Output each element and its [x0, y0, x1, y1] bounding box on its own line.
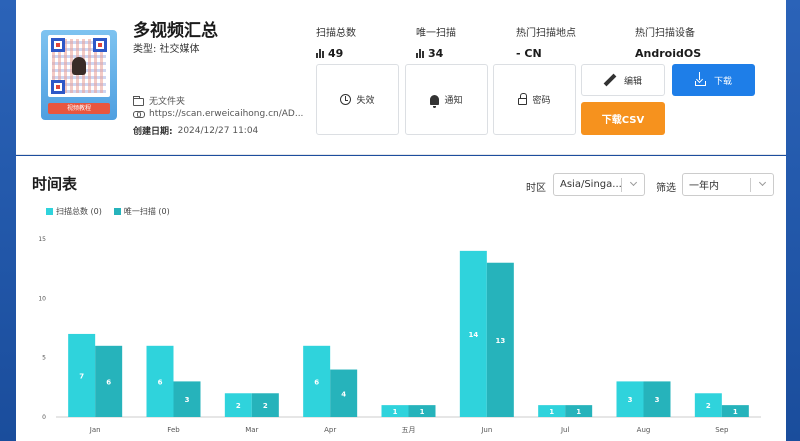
bar-value-label: 6 — [158, 378, 163, 386]
qr-title: 多视频汇总 — [133, 21, 218, 41]
y-tick-label: 0 — [42, 414, 46, 421]
folder-name: 无文件夹 — [149, 97, 186, 107]
edit-button[interactable]: 编辑 — [581, 64, 665, 96]
qr-finder-top-left — [51, 38, 65, 52]
x-tick-label: 五月 — [402, 426, 416, 434]
stat-location-label: 热门扫描地点 — [516, 28, 576, 39]
download-csv-label: 下载CSV — [601, 115, 645, 126]
qr-center-avatar — [72, 57, 86, 75]
pencil-icon — [604, 74, 616, 86]
bar-value-label: 1 — [576, 408, 581, 416]
notify-button[interactable]: 通知 — [405, 64, 488, 135]
y-tick-label: 5 — [42, 355, 46, 362]
notify-label: 通知 — [444, 96, 463, 106]
window-frame-right — [786, 0, 800, 441]
bar-value-label: 6 — [106, 378, 111, 386]
created-row: 创建日期: 2024/12/27 11:04 — [133, 124, 259, 138]
bar-value-label: 4 — [341, 390, 346, 398]
x-tick-label: Feb — [167, 426, 180, 434]
bar-value-label: 2 — [706, 402, 711, 410]
lock-icon — [518, 93, 528, 105]
stat-location-value: - CN — [516, 47, 542, 60]
x-tick-label: Aug — [637, 426, 651, 434]
qr-finder-top-right — [93, 38, 107, 52]
bar-value-label: 2 — [263, 402, 268, 410]
expire-button[interactable]: 失效 — [316, 64, 399, 135]
password-button[interactable]: 密码 — [493, 64, 576, 135]
bar-value-label: 1 — [393, 408, 398, 416]
stat-top-location: 热门扫描地点 - CN — [516, 24, 576, 60]
window-frame-left — [0, 0, 16, 441]
download-button[interactable]: 下载 — [672, 64, 755, 96]
bar-value-label: 3 — [628, 396, 633, 404]
qr-code-image — [48, 35, 110, 97]
stat-device-value: AndroidOS — [635, 47, 702, 60]
bar-value-label: 1 — [549, 408, 554, 416]
bar-value-label: 13 — [495, 337, 505, 345]
x-tick-label: Mar — [245, 426, 258, 434]
x-tick-label: Jun — [480, 426, 492, 434]
stat-total-value: 49 — [328, 47, 344, 60]
expire-label: 失效 — [356, 96, 375, 106]
bar-value-label: 1 — [733, 408, 738, 416]
stat-unique-label: 唯一扫描 — [416, 28, 456, 39]
bar-chart-icon — [416, 49, 424, 58]
bar-value-label: 7 — [79, 372, 84, 380]
bar-chart-icon — [316, 49, 324, 58]
bell-icon — [430, 94, 440, 108]
stat-device-label: 热门扫描设备 — [635, 28, 695, 39]
bar-value-label: 3 — [185, 396, 190, 404]
qr-url[interactable]: https://scan.erweicaihong.cn/AD... — [149, 109, 303, 119]
x-tick-label: Apr — [324, 426, 336, 434]
bar-value-label: 2 — [236, 402, 241, 410]
link-icon — [133, 109, 145, 119]
x-tick-label: Jul — [560, 426, 570, 434]
bar-value-label: 3 — [655, 396, 660, 404]
download-icon — [694, 71, 706, 86]
y-tick-label: 15 — [38, 236, 46, 243]
password-label: 密码 — [532, 96, 551, 106]
qr-summary-card: 视频教程 多视频汇总 类型: 社交媒体 无文件夹 https://scan.er… — [16, 0, 786, 155]
qr-ribbon: 视频教程 — [48, 103, 110, 114]
edit-label: 编辑 — [623, 76, 642, 87]
x-tick-label: Sep — [715, 426, 729, 434]
download-csv-button[interactable]: 下载CSV — [581, 102, 665, 135]
timeline-card: 时间表 时区 Asia/Singa... 筛选 一年内 扫描总数 (0) 唯一扫… — [16, 156, 786, 441]
bar-value-label: 14 — [468, 331, 478, 339]
y-tick-label: 10 — [38, 295, 46, 302]
stat-total-scans: 扫描总数 49 — [316, 24, 356, 60]
folder-icon — [133, 95, 144, 106]
qr-code-thumbnail[interactable]: 视频教程 — [41, 30, 117, 120]
clock-icon — [340, 94, 352, 105]
url-row[interactable]: https://scan.erweicaihong.cn/AD... — [133, 109, 303, 119]
stat-unique-scans: 唯一扫描 34 — [416, 24, 456, 60]
qr-finder-bottom-left — [51, 80, 65, 94]
qr-type: 类型: 社交媒体 — [133, 44, 200, 55]
bar-value-label: 6 — [314, 378, 319, 386]
stat-top-device: 热门扫描设备 AndroidOS — [635, 24, 701, 60]
x-tick-label: Jan — [89, 426, 101, 434]
stat-unique-value: 34 — [428, 47, 444, 60]
folder-row[interactable]: 无文件夹 — [133, 94, 185, 107]
bar-value-label: 1 — [420, 408, 425, 416]
download-label: 下载 — [713, 76, 732, 87]
created-value: 2024/12/27 11:04 — [177, 125, 259, 136]
scan-timeline-chart: 05101576Jan63Feb2 2Mar64Apr1 1五月1413Jun1 1J… — [38, 236, 761, 434]
stat-total-label: 扫描总数 — [316, 28, 356, 39]
created-label: 创建日期: — [133, 127, 173, 137]
